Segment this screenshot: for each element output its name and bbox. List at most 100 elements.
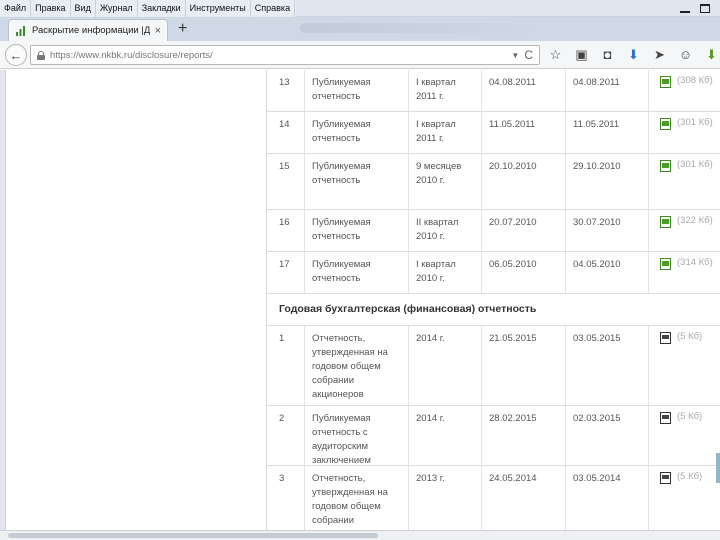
column-divider bbox=[565, 112, 566, 153]
menu-file[interactable]: Файл bbox=[0, 0, 32, 17]
column-divider bbox=[304, 70, 305, 111]
spreadsheet-icon[interactable] bbox=[660, 76, 671, 88]
file-download-link[interactable]: (301 Кб) bbox=[660, 116, 713, 130]
row-period: 2014 г. bbox=[416, 333, 445, 344]
horizontal-scrollbar[interactable] bbox=[0, 530, 720, 540]
column-divider bbox=[408, 326, 409, 405]
reload-icon[interactable]: C bbox=[524, 48, 533, 62]
file-size: (301 Кб) bbox=[677, 117, 713, 128]
row-date-updated: 03.05.2014 bbox=[573, 473, 621, 484]
row-date-placed: 21.05.2015 bbox=[489, 333, 537, 344]
row-number: 17 bbox=[279, 259, 290, 270]
document-icon[interactable] bbox=[660, 472, 671, 484]
section-header: Годовая бухгалтерская (финансовая) отчет… bbox=[267, 294, 720, 326]
lock-icon[interactable] bbox=[37, 50, 45, 60]
column-divider bbox=[481, 466, 482, 530]
row-date-placed: 04.08.2011 bbox=[489, 77, 536, 88]
file-size: (314 Кб) bbox=[677, 257, 713, 268]
column-divider bbox=[565, 406, 566, 465]
extension-icon[interactable]: ⬇ bbox=[704, 46, 719, 64]
column-divider bbox=[648, 466, 649, 530]
row-period: 2014 г. bbox=[416, 413, 445, 424]
row-date-updated: 29.10.2010 bbox=[573, 161, 621, 172]
column-divider bbox=[648, 326, 649, 405]
column-divider bbox=[304, 210, 305, 251]
file-download-link[interactable]: (301 Кб) bbox=[660, 158, 713, 172]
column-divider bbox=[408, 210, 409, 251]
download-icon[interactable]: ⬇ bbox=[626, 46, 641, 64]
column-divider bbox=[481, 70, 482, 111]
library-icon[interactable]: ▣ bbox=[574, 46, 589, 64]
row-period: 2013 г. bbox=[416, 473, 445, 484]
column-divider bbox=[648, 112, 649, 153]
file-size: (308 Кб) bbox=[677, 75, 713, 86]
column-divider bbox=[304, 154, 305, 209]
spreadsheet-icon[interactable] bbox=[660, 216, 671, 228]
row-title: Публикуемая отчетность bbox=[312, 119, 371, 144]
table-row: 1 Отчетность, утвержденная на годовом общ… bbox=[267, 326, 720, 406]
file-download-link[interactable]: (322 Кб) bbox=[660, 214, 713, 228]
file-download-link[interactable]: (308 Кб) bbox=[660, 74, 713, 88]
column-divider bbox=[565, 326, 566, 405]
spreadsheet-icon[interactable] bbox=[660, 258, 671, 270]
scroll-marker[interactable] bbox=[716, 453, 720, 483]
address-bar[interactable]: https://www.nkbk.ru/disclosure/reports/ … bbox=[30, 45, 540, 65]
menu-bookmarks[interactable]: Закладки bbox=[138, 0, 186, 17]
column-divider bbox=[408, 252, 409, 293]
row-date-updated: 03.05.2015 bbox=[573, 333, 621, 344]
column-divider bbox=[565, 252, 566, 293]
table-row: 15 Публикуемая отчетность 9 месяцев 2010 г… bbox=[267, 154, 720, 210]
column-divider bbox=[408, 406, 409, 465]
pocket-icon[interactable]: ◘ bbox=[600, 46, 615, 64]
file-download-link[interactable]: (5 Кб) bbox=[660, 470, 702, 484]
new-tab-button[interactable]: + bbox=[178, 21, 187, 37]
close-icon[interactable]: × bbox=[155, 25, 161, 37]
table-row: 16 Публикуемая отчетность II квартал 2010 … bbox=[267, 210, 720, 252]
row-date-updated: 30.07.2010 bbox=[573, 217, 621, 228]
tab-disclosure[interactable]: Раскрытие информации |Д... × bbox=[8, 19, 168, 41]
maximize-icon[interactable] bbox=[700, 4, 710, 13]
row-title: Отчетность, утвержденная на годовом обще… bbox=[312, 473, 388, 526]
star-icon[interactable]: ☆ bbox=[548, 46, 563, 64]
spreadsheet-icon[interactable] bbox=[660, 160, 671, 172]
scrollbar-thumb[interactable] bbox=[8, 533, 378, 538]
file-download-link[interactable]: (314 Кб) bbox=[660, 256, 713, 270]
table-row: 17 Публикуемая отчетность I квартал 2010 г… bbox=[267, 252, 720, 294]
row-date-updated: 04.05.2010 bbox=[573, 259, 621, 270]
column-divider bbox=[481, 210, 482, 251]
row-title: Публикуемая отчетность bbox=[312, 161, 371, 186]
url-input[interactable]: https://www.nkbk.ru/disclosure/reports/ bbox=[50, 50, 506, 61]
row-date-placed: 11.05.2011 bbox=[489, 119, 536, 130]
file-download-link[interactable]: (5 Кб) bbox=[660, 330, 702, 344]
document-icon[interactable] bbox=[660, 332, 671, 344]
send-icon[interactable]: ➤ bbox=[652, 46, 667, 64]
row-number: 14 bbox=[279, 119, 290, 130]
row-period: I квартал 2011 г. bbox=[416, 119, 456, 144]
column-divider bbox=[481, 326, 482, 405]
row-number: 15 bbox=[279, 161, 290, 172]
menu-history[interactable]: Журнал bbox=[96, 0, 138, 17]
row-number: 2 bbox=[279, 413, 285, 424]
minimize-icon[interactable] bbox=[680, 10, 690, 13]
menu-view[interactable]: Вид bbox=[71, 0, 96, 17]
file-size: (5 Кб) bbox=[677, 331, 703, 342]
row-number: 16 bbox=[279, 217, 290, 228]
tab-strip-background bbox=[300, 23, 540, 33]
row-period: I квартал 2010 г. bbox=[416, 259, 456, 284]
row-date-updated: 11.05.2011 bbox=[573, 119, 620, 130]
menu-tools[interactable]: Инструменты bbox=[186, 0, 251, 17]
menu-help[interactable]: Справка bbox=[251, 0, 296, 17]
column-divider bbox=[304, 252, 305, 293]
tab-bar: Раскрытие информации |Д... × + bbox=[0, 17, 720, 41]
column-divider bbox=[565, 154, 566, 209]
file-download-link[interactable]: (5 Кб) bbox=[660, 410, 702, 424]
document-icon[interactable] bbox=[660, 412, 671, 424]
window-controls bbox=[660, 0, 720, 17]
column-divider bbox=[304, 406, 305, 465]
column-divider bbox=[304, 112, 305, 153]
menu-edit[interactable]: Правка bbox=[31, 0, 71, 17]
back-button[interactable]: ← bbox=[5, 44, 27, 66]
smiley-icon[interactable]: ☺ bbox=[678, 46, 693, 64]
chevron-down-icon[interactable]: ▼ bbox=[511, 51, 519, 60]
spreadsheet-icon[interactable] bbox=[660, 118, 671, 130]
